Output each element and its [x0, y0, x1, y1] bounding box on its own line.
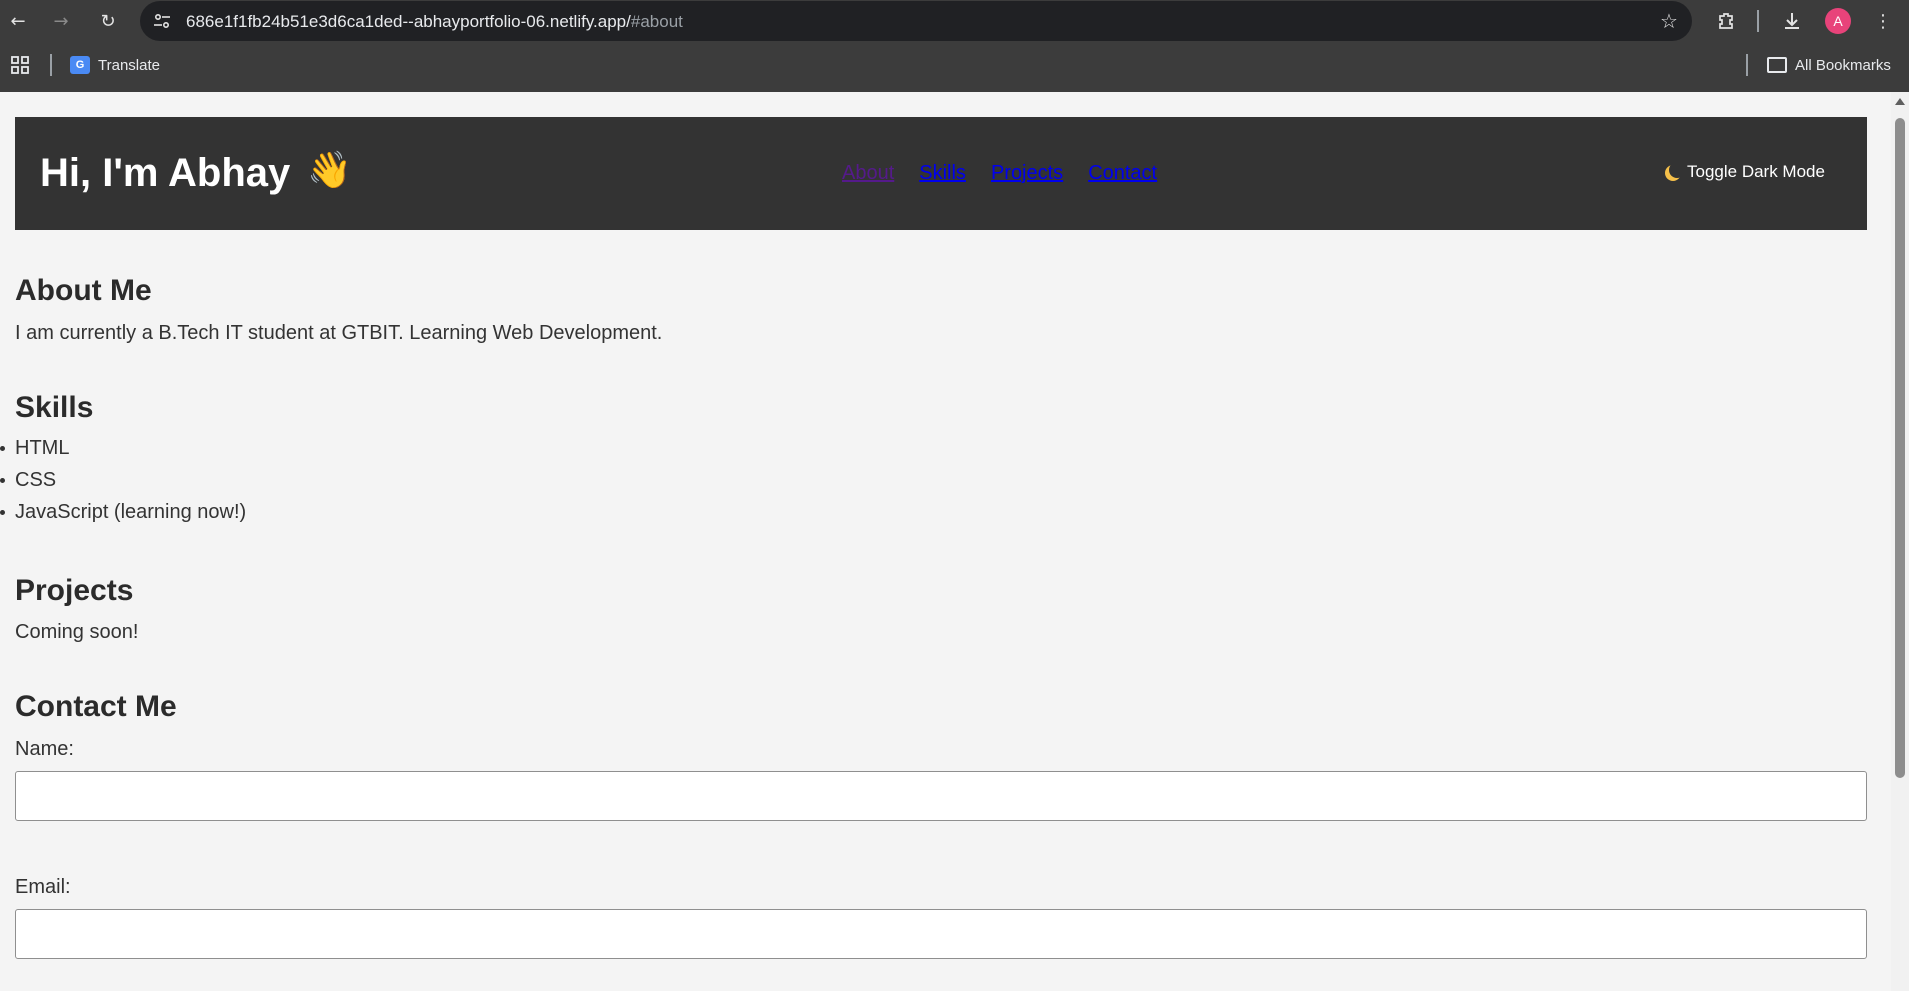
about-heading: About Me: [15, 274, 152, 307]
scroll-up-arrow-icon[interactable]: [1895, 98, 1905, 105]
extensions-icon[interactable]: [1712, 7, 1740, 35]
kebab-menu-icon[interactable]: ⋮: [1869, 7, 1897, 35]
moon-icon: [1669, 162, 1685, 178]
forward-arrow-icon[interactable]: →: [47, 7, 75, 35]
url-text: 686e1f1fb24b51e3d6ca1ded--abhayportfolio…: [186, 12, 683, 32]
site-header: Hi, I'm Abhay 👋 About Skills Projects Co…: [15, 117, 1867, 230]
bookmark-translate[interactable]: G Translate: [70, 54, 160, 76]
bookmark-star-icon[interactable]: ☆: [1656, 8, 1682, 34]
nav-link-skills[interactable]: Skills: [919, 162, 966, 185]
main-nav: About Skills Projects Contact: [842, 162, 1157, 185]
site-info-icon[interactable]: [150, 9, 174, 33]
dark-mode-toggle-label: Toggle Dark Mode: [1687, 162, 1825, 181]
page-viewport: Hi, I'm Abhay 👋 About Skills Projects Co…: [0, 92, 1891, 991]
name-label: Name:: [15, 738, 74, 760]
projects-heading: Projects: [15, 574, 134, 607]
page-scrollbar[interactable]: [1891, 92, 1909, 991]
skill-item: CSS: [0, 466, 246, 498]
scroll-thumb[interactable]: [1895, 118, 1905, 778]
skill-item: JavaScript (learning now!): [0, 498, 246, 530]
toolbar-divider: [1757, 10, 1759, 32]
folder-icon: [1767, 57, 1787, 73]
contact-heading: Contact Me: [15, 690, 177, 723]
nav-link-about[interactable]: About: [842, 162, 894, 185]
download-icon[interactable]: [1778, 7, 1806, 35]
skills-heading: Skills: [15, 391, 94, 424]
projects-text: Coming soon!: [15, 621, 139, 643]
reload-icon[interactable]: ↻: [94, 7, 122, 35]
bookmark-translate-label: Translate: [98, 56, 160, 74]
all-bookmarks-label: All Bookmarks: [1795, 56, 1891, 74]
apps-grid-icon[interactable]: [10, 54, 30, 76]
back-arrow-icon[interactable]: ←: [4, 7, 32, 35]
bookmarks-bar: G Translate All Bookmarks: [0, 48, 1909, 82]
nav-link-contact[interactable]: Contact: [1088, 162, 1157, 185]
waving-hand-icon: 👋: [307, 150, 352, 191]
address-bar[interactable]: 686e1f1fb24b51e3d6ca1ded--abhayportfolio…: [140, 1, 1692, 41]
email-label: Email:: [15, 876, 71, 898]
browser-toolbar: ← → ↻ 686e1f1fb24b51e3d6ca1ded--abhaypor…: [0, 0, 1909, 42]
about-text: I am currently a B.Tech IT student at GT…: [15, 322, 663, 344]
email-field[interactable]: [15, 909, 1867, 959]
bookmarks-divider: [50, 54, 52, 76]
dark-mode-toggle-button[interactable]: Toggle Dark Mode: [1663, 162, 1825, 182]
nav-link-projects[interactable]: Projects: [991, 162, 1063, 185]
skill-item: HTML: [0, 434, 246, 466]
site-title: Hi, I'm Abhay: [40, 151, 291, 195]
bookmarks-divider-right: [1746, 54, 1748, 76]
skills-list: HTML CSS JavaScript (learning now!): [0, 434, 246, 530]
browser-chrome: ← → ↻ 686e1f1fb24b51e3d6ca1ded--abhaypor…: [0, 0, 1909, 92]
translate-icon: G: [70, 56, 90, 74]
profile-avatar[interactable]: A: [1825, 8, 1851, 34]
all-bookmarks-button[interactable]: All Bookmarks: [1767, 54, 1891, 76]
url-host: 686e1f1fb24b51e3d6ca1ded--abhayportfolio…: [186, 12, 631, 31]
url-hash: #about: [630, 12, 683, 31]
name-field[interactable]: [15, 771, 1867, 821]
